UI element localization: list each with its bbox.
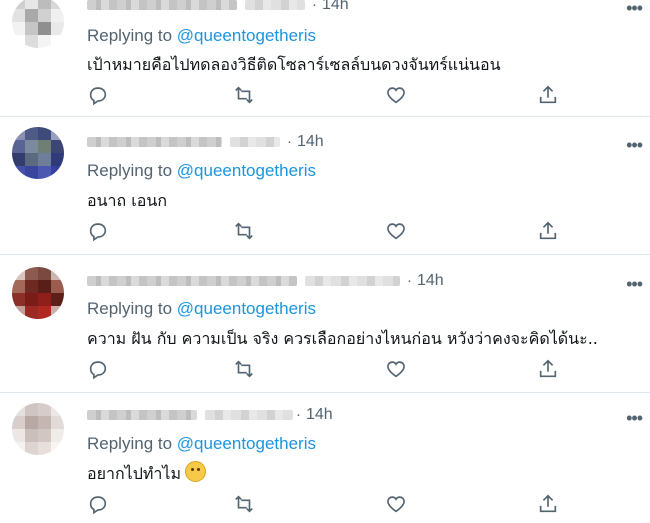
reply-icon[interactable] xyxy=(87,84,111,108)
mention-link[interactable]: @queentogetheris xyxy=(177,434,316,453)
retweet-icon[interactable] xyxy=(233,493,257,517)
share-icon[interactable] xyxy=(537,220,561,244)
tweet-time[interactable]: 14h xyxy=(306,406,333,424)
user-handle-redacted[interactable] xyxy=(230,137,280,147)
more-icon[interactable]: ••• xyxy=(626,135,643,156)
reply-icon[interactable] xyxy=(87,358,111,382)
tweet-time[interactable]: 14h xyxy=(417,272,444,290)
replying-prefix: Replying to xyxy=(87,299,173,318)
tweet-2[interactable]: · 14h ••• Replying to @queentogetheris อ… xyxy=(0,117,650,255)
like-icon[interactable] xyxy=(385,358,409,382)
mention-link[interactable]: @queentogetheris xyxy=(177,26,316,45)
like-icon[interactable] xyxy=(385,493,409,517)
tweet-text: อยากไปทำไม xyxy=(87,461,206,487)
retweet-icon[interactable] xyxy=(233,84,257,108)
worried-face-emoji xyxy=(184,461,206,482)
avatar[interactable] xyxy=(12,267,64,319)
avatar[interactable] xyxy=(12,0,64,48)
more-icon[interactable]: ••• xyxy=(626,274,643,295)
share-icon[interactable] xyxy=(537,358,561,382)
share-icon[interactable] xyxy=(537,84,561,108)
tweet-actions xyxy=(87,84,567,108)
tweet-time[interactable]: 14h xyxy=(297,133,324,151)
tweet-text-content: อยากไปทำไม xyxy=(87,464,181,483)
user-handle-redacted[interactable] xyxy=(205,410,293,420)
user-handle-redacted[interactable] xyxy=(245,0,305,10)
mention-link[interactable]: @queentogetheris xyxy=(177,299,316,318)
separator-dot: · xyxy=(312,0,317,13)
replying-prefix: Replying to xyxy=(87,26,173,45)
reply-icon[interactable] xyxy=(87,493,111,517)
replying-prefix: Replying to xyxy=(87,161,173,180)
replying-to: Replying to @queentogetheris xyxy=(87,26,316,46)
user-name-redacted[interactable] xyxy=(87,137,222,147)
user-handle-redacted[interactable] xyxy=(305,276,400,286)
avatar[interactable] xyxy=(12,403,64,455)
share-icon[interactable] xyxy=(537,493,561,517)
tweet-actions xyxy=(87,493,567,517)
retweet-icon[interactable] xyxy=(233,220,257,244)
separator-dot: · xyxy=(287,133,292,150)
like-icon[interactable] xyxy=(385,220,409,244)
mention-link[interactable]: @queentogetheris xyxy=(177,161,316,180)
replying-to: Replying to @queentogetheris xyxy=(87,299,316,319)
replying-to: Replying to @queentogetheris xyxy=(87,434,316,454)
tweet-1[interactable]: · 14h ••• Replying to @queentogetheris เ… xyxy=(0,0,650,117)
user-name-redacted[interactable] xyxy=(87,410,197,420)
tweet-3[interactable]: · 14h ••• Replying to @queentogetheris ค… xyxy=(0,255,650,393)
tweet-time[interactable]: 14h xyxy=(322,0,349,14)
like-icon[interactable] xyxy=(385,84,409,108)
tweet-text: เป้าหมายคือไปทดลองวิธีติดโซลาร์เซลล์บนดว… xyxy=(87,55,501,74)
separator-dot: · xyxy=(296,406,301,423)
tweet-actions xyxy=(87,358,567,382)
avatar[interactable] xyxy=(12,127,64,179)
user-name-redacted[interactable] xyxy=(87,0,237,10)
reply-icon[interactable] xyxy=(87,220,111,244)
replying-prefix: Replying to xyxy=(87,434,173,453)
more-icon[interactable]: ••• xyxy=(626,408,643,429)
user-name-redacted[interactable] xyxy=(87,276,297,286)
tweet-actions xyxy=(87,220,567,244)
more-icon[interactable]: ••• xyxy=(626,0,643,19)
separator-dot: · xyxy=(407,272,412,289)
replying-to: Replying to @queentogetheris xyxy=(87,161,316,181)
tweet-text: อนาถ เอนก xyxy=(87,191,168,210)
retweet-icon[interactable] xyxy=(233,358,257,382)
tweet-4[interactable]: · 14h ••• Replying to @queentogetheris อ… xyxy=(0,393,650,523)
tweet-text: ความ ฝัน กับ ความเป็น จริง ควรเลือกอย่าง… xyxy=(87,329,598,348)
